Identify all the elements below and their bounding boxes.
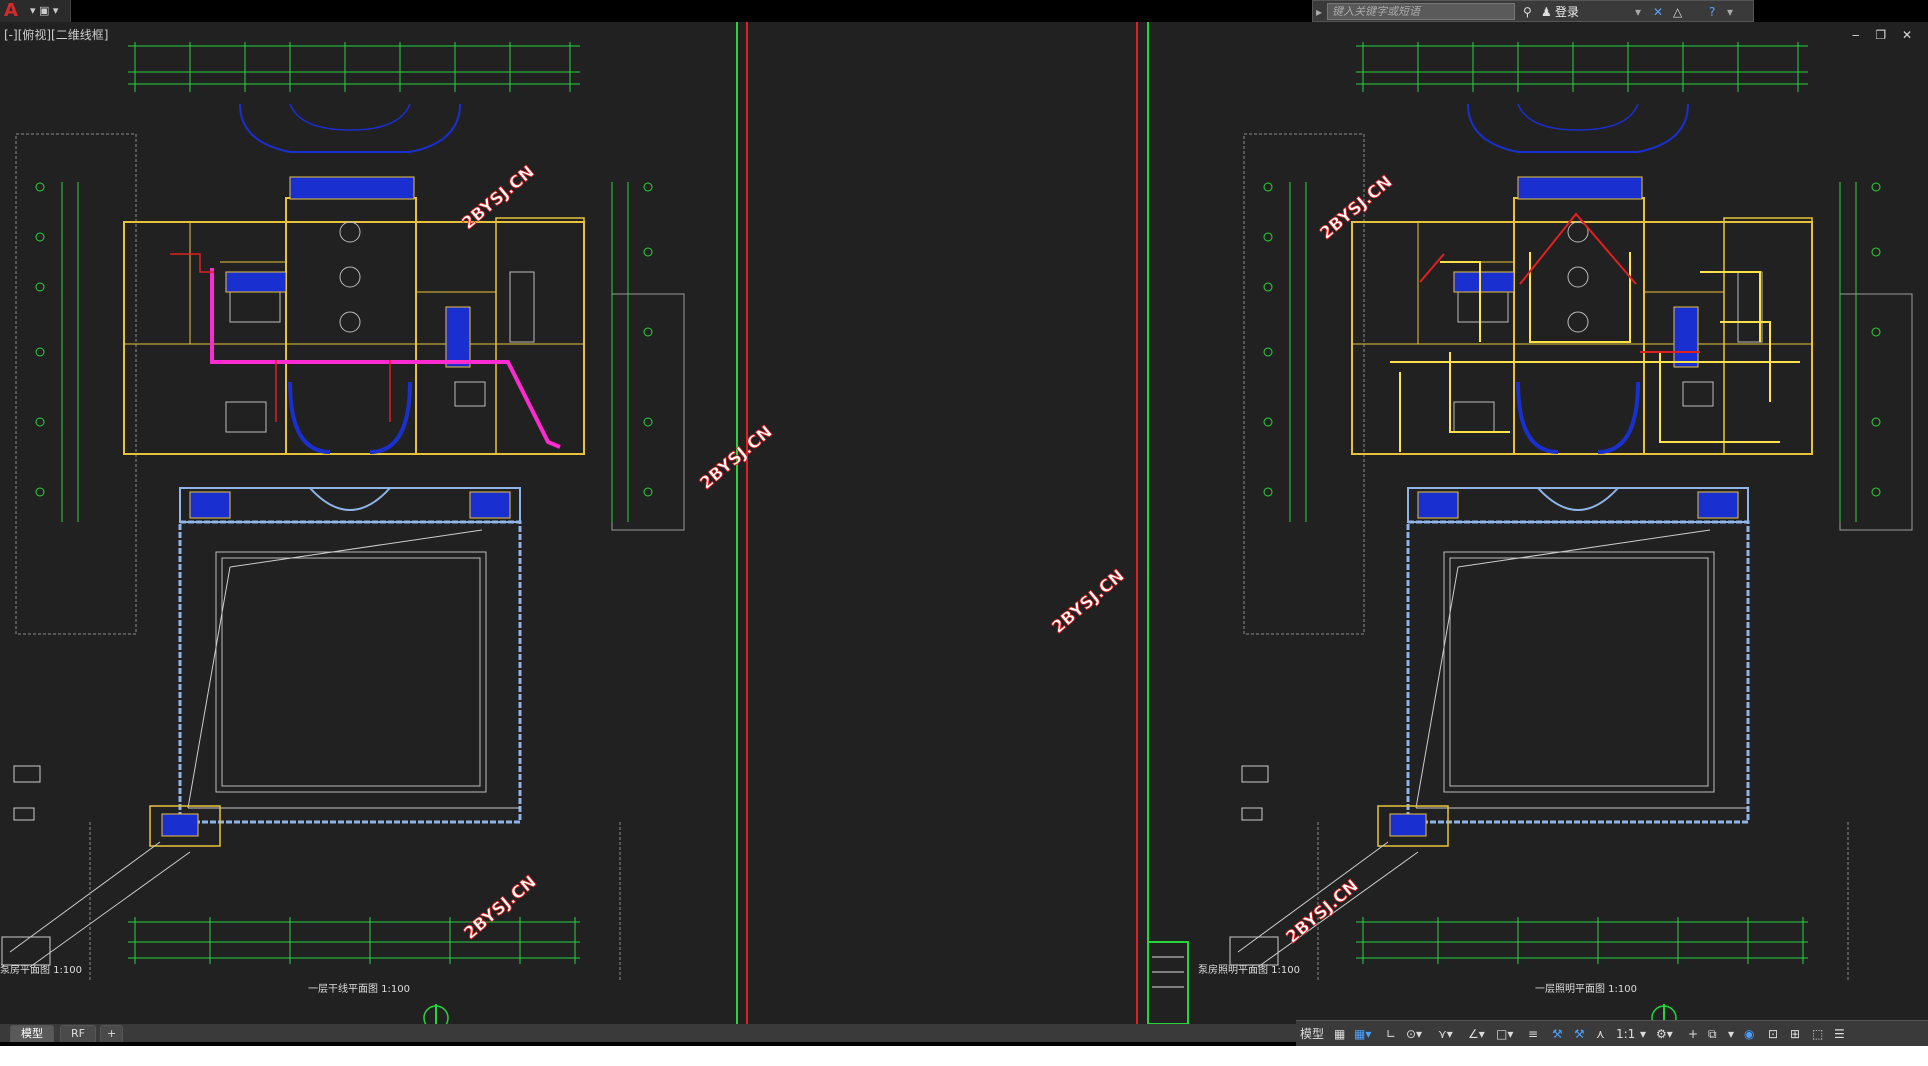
command-line-area[interactable] — [0, 1046, 1928, 1066]
drawing-canvas[interactable]: [-][俯视][二维线框] ‒ ❐ ✕ 一层干线平面图 1:100 一层照明平面… — [0, 22, 1928, 1024]
exchange-icon[interactable]: ✕ — [1653, 3, 1663, 21]
title-block — [1147, 941, 1189, 1024]
application-menu-button[interactable]: A ▾ ▣ ▾ — [0, 0, 71, 22]
annotation-visibility-icon[interactable]: ⚒ — [1552, 1025, 1563, 1043]
right-floor-plan — [1147, 40, 1914, 1024]
watermark: 2BYSJ.CN — [1316, 172, 1396, 244]
snap-mode-icon[interactable]: ▦▾ — [1354, 1025, 1371, 1043]
scale-label[interactable]: 1:1 — [1616, 1025, 1635, 1043]
binoculars-icon[interactable]: ⚲ — [1523, 3, 1532, 21]
help-icon[interactable]: ? — [1709, 3, 1715, 21]
quick-access-toolbar[interactable]: ▾ ▣ ▾ — [30, 2, 68, 20]
isolate-icon[interactable]: ▾ — [1728, 1025, 1734, 1043]
watermark: 2BYSJ.CN — [458, 162, 538, 234]
title-bar: A ▾ ▣ ▾ ▸ 键入关键字或短语 ⚲ ♟ 登录 ▾ ✕ △ ? ▾ — [0, 0, 1928, 22]
isometric-icon[interactable]: ⋎▾ — [1438, 1025, 1453, 1043]
right-plan-title: 一层照明平面图 1:100 — [1535, 983, 1637, 995]
object-snap-icon[interactable]: □▾ — [1496, 1025, 1513, 1043]
fullscreen-icon[interactable]: ⬚ — [1812, 1025, 1823, 1043]
cad-drawing: 一层干线平面图 1:100 一层照明平面图 1:100 泵房平面图 1:100 … — [0, 22, 1914, 1024]
a360-icon[interactable]: △ — [1673, 3, 1682, 21]
search-input[interactable]: 键入关键字或短语 — [1327, 3, 1515, 20]
ortho-icon[interactable]: ∟ — [1386, 1025, 1396, 1043]
left-partial-title: 泵房平面图 1:100 — [0, 963, 82, 976]
help-dropdown-icon[interactable]: ▾ — [1727, 3, 1733, 21]
polar-tracking-icon[interactable]: ⊙▾ — [1406, 1025, 1422, 1043]
lineweight-icon[interactable]: ≡ — [1528, 1025, 1538, 1043]
customization-menu-icon[interactable]: ☰ — [1834, 1025, 1845, 1043]
left-floor-plan — [0, 40, 686, 1024]
watermark: 2BYSJ.CN — [1048, 566, 1128, 638]
status-bar: 模型 ▦ ▦▾ ∟ ⊙▾ ⋎▾ ∠▾ □▾ ≡ ⚒ ⚒ ⋏ 1:1 ▾ ⚙▾ +… — [1296, 1020, 1928, 1047]
object-snap-tracking-icon[interactable]: ∠▾ — [1468, 1025, 1485, 1043]
watermark: 2BYSJ.CN — [1282, 876, 1362, 948]
tab-model[interactable]: 模型 — [10, 1025, 54, 1042]
left-plan-title: 一层干线平面图 1:100 — [308, 982, 410, 995]
workspace-gear-icon[interactable]: ⚙▾ — [1656, 1025, 1673, 1043]
login-label[interactable]: 登录 — [1555, 3, 1579, 21]
clean-screen-icon[interactable]: ⊡ — [1768, 1025, 1778, 1043]
hardware-acceleration-icon[interactable]: ◉ — [1744, 1025, 1754, 1043]
watermark-group: 2BYSJ.CN 2BYSJ.CN 2BYSJ.CN 2BYSJ.CN 2BYS… — [458, 162, 1397, 949]
watermark: 2BYSJ.CN — [460, 872, 540, 944]
login-dropdown-icon[interactable]: ▾ — [1635, 3, 1641, 21]
quick-properties-icon[interactable]: ⊞ — [1790, 1025, 1800, 1043]
feeder-line — [210, 268, 561, 449]
add-layout-tab-button[interactable]: + — [100, 1025, 124, 1042]
auto-scale-icon[interactable]: ⚒ — [1574, 1025, 1585, 1043]
info-center: ▸ 键入关键字或短语 ⚲ ♟ 登录 ▾ ✕ △ ? ▾ — [1312, 0, 1754, 22]
grid-display-icon[interactable]: ▦ — [1334, 1025, 1345, 1043]
user-icon[interactable]: ♟ — [1541, 3, 1552, 21]
autocad-logo-icon[interactable]: A — [4, 2, 20, 20]
right-partial-title: 泵房照明平面图 1:100 — [1198, 963, 1300, 976]
scale-dropdown-icon[interactable]: ▾ — [1640, 1025, 1646, 1043]
expand-arrow-icon[interactable]: ▸ — [1316, 3, 1322, 21]
annotation-scale-icon[interactable]: ⋏ — [1596, 1025, 1605, 1043]
plus-icon[interactable]: + — [1688, 1025, 1698, 1043]
model-space-button[interactable]: 模型 — [1300, 1025, 1324, 1043]
units-icon[interactable]: ⧉ — [1708, 1025, 1717, 1043]
tab-rf[interactable]: RF — [60, 1025, 96, 1042]
